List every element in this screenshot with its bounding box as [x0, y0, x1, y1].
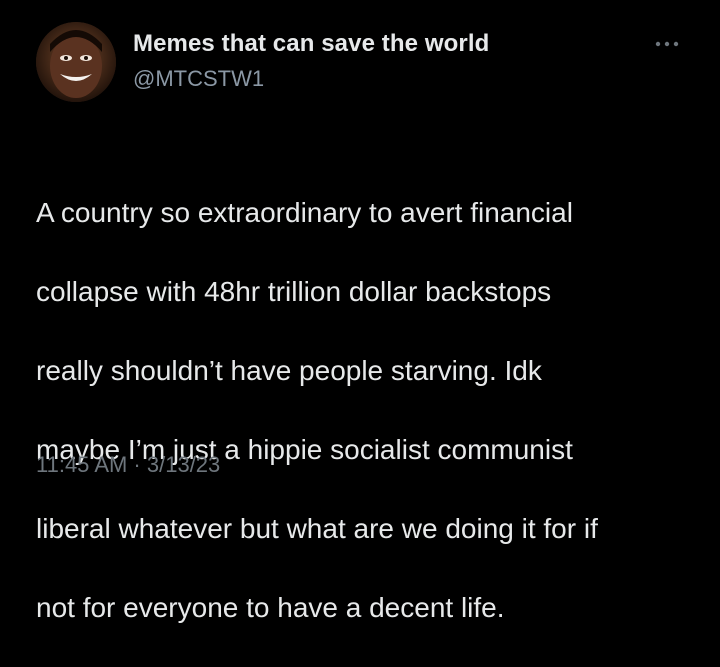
tweet-card: Memes that can save the world @MTCSTW1 A…: [0, 0, 720, 623]
tweet-timestamp[interactable]: 11:45 AM · 3/13/23: [36, 452, 220, 478]
tweet-text-line: liberal whatever but what are we doing i…: [36, 512, 598, 544]
tweet-text-line: collapse with 48hr trillion dollar backs…: [36, 275, 552, 307]
tweet-text-line: really shouldn’t have people starving. I…: [36, 354, 542, 386]
author-display-name[interactable]: Memes that can save the world: [133, 30, 489, 58]
profile-avatar[interactable]: [36, 22, 116, 102]
tweet-text: A country so extraordinary to avert fina…: [36, 153, 696, 667]
more-options-icon[interactable]: [652, 36, 682, 52]
author-handle[interactable]: @MTCSTW1: [133, 66, 264, 92]
tweet-text-line: not for everyone to have a decent life.: [36, 591, 505, 623]
avatar-image: [36, 22, 116, 102]
tweet-text-line: A country so extraordinary to avert fina…: [36, 196, 573, 228]
